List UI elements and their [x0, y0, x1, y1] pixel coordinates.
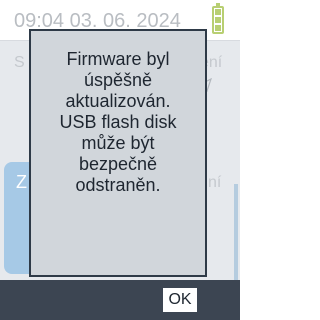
dialog-message: Firmware byl úspěšně aktualizován. USB f… [31, 49, 205, 196]
ok-button[interactable]: OK [163, 288, 197, 312]
bottom-action-bar [0, 280, 240, 320]
dialog-message-line: bezpečně [78, 154, 158, 174]
dialog-message-line: USB flash disk [59, 112, 177, 132]
firmware-update-dialog: Firmware byl úspěšně aktualizován. USB f… [29, 29, 207, 277]
background-scrollbar [234, 184, 238, 280]
dialog-message-line: Firmware byl [66, 49, 170, 69]
background-tile-usb-letter: Z [16, 172, 27, 192]
dialog-message-line: aktualizován. [65, 91, 171, 111]
battery-icon [212, 3, 224, 34]
dialog-message-line: může být [81, 133, 155, 153]
dialog-message-line: odstraněn. [75, 175, 161, 195]
dialog-message-line: úspěšně [83, 70, 153, 90]
background-tile-right-lower-label: ní [208, 174, 222, 191]
background-tile-label-left: S [14, 54, 25, 71]
